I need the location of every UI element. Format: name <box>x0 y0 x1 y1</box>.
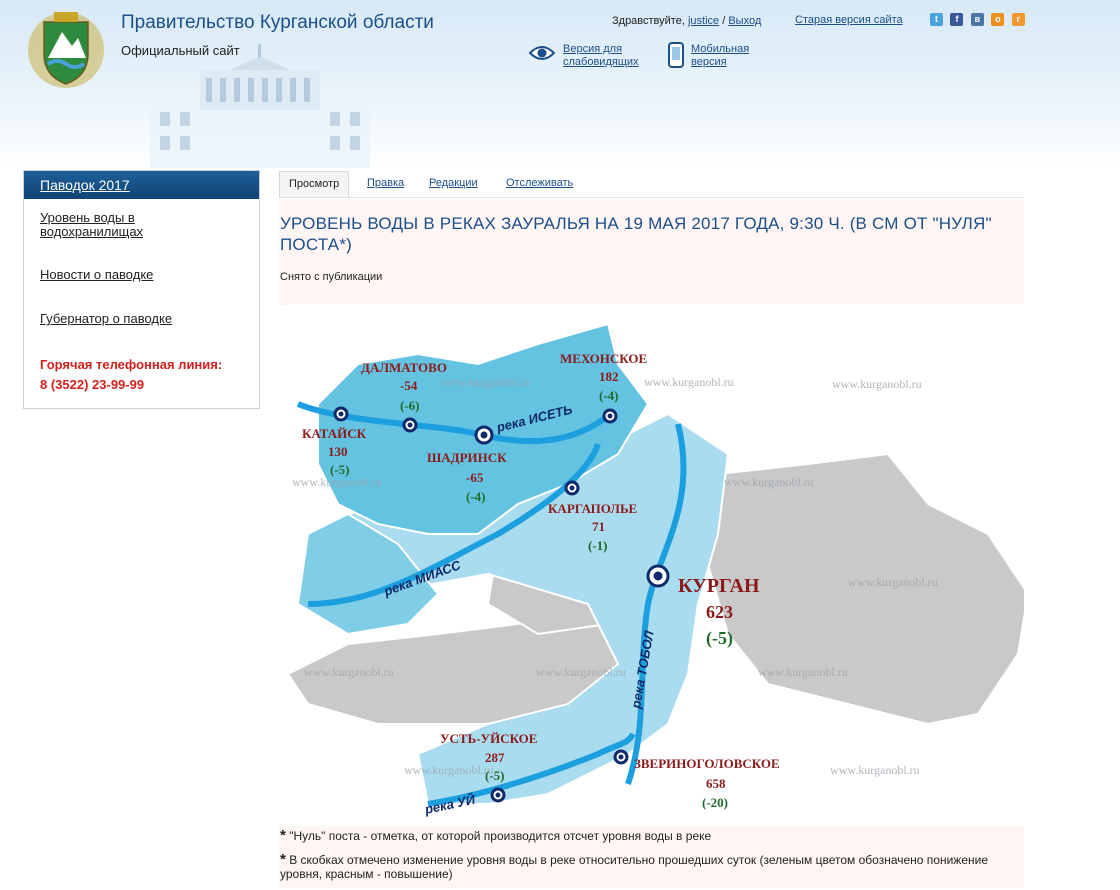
footnote-mark: * <box>280 851 286 868</box>
separator-text: / <box>722 15 726 27</box>
station-level: -65 <box>466 470 484 485</box>
watermark: www.kurganobl.ru <box>830 763 920 777</box>
river-level-map: www.kurganobl.ru www.kurganobl.ru www.ku… <box>288 304 1024 826</box>
watermark: www.kurganobl.ru <box>304 665 394 679</box>
twitter-icon[interactable]: t <box>930 13 943 26</box>
watermark: www.kurganobl.ru <box>832 377 922 391</box>
station-level: 658 <box>706 776 726 791</box>
coat-of-arms-logo <box>28 12 104 88</box>
greeting-text: Здравствуйте, <box>612 15 685 27</box>
vk-icon[interactable]: в <box>970 13 984 26</box>
accessibility-version-link[interactable]: Версия для слабовидящих <box>563 43 649 69</box>
tab-divider <box>279 197 1024 198</box>
watermark: www.kurganobl.ru <box>644 375 734 389</box>
station-change: (-5) <box>330 462 350 477</box>
station-level: 623 <box>706 602 733 622</box>
tab-edit[interactable]: Правка <box>367 171 404 196</box>
watermark: www.kurganobl.ru <box>536 665 626 679</box>
station-level: 287 <box>485 750 505 765</box>
tab-revisions[interactable]: Редакции <box>429 171 478 196</box>
watermark: www.kurganobl.ru <box>440 375 530 389</box>
station-level: 71 <box>592 519 605 534</box>
station-change: (-6) <box>400 398 420 413</box>
sidebar-item-reservoir-levels[interactable]: Уровень воды в водохранилищах <box>40 211 240 239</box>
watermark: www.kurganobl.ru <box>758 665 848 679</box>
odnoklassniki-icon[interactable]: о <box>991 13 1005 26</box>
page-title: УРОВЕНЬ ВОДЫ В РЕКАХ ЗАУРАЛЬЯ НА 19 МАЯ … <box>280 214 992 254</box>
user-greeting: Здравствуйте, justice / Выход <box>612 15 761 27</box>
old-version-link[interactable]: Старая версия сайта <box>795 14 903 26</box>
eye-icon[interactable] <box>529 42 555 64</box>
station-level: -54 <box>400 378 418 393</box>
mobile-version-link[interactable]: Мобильная версия <box>691 43 761 69</box>
site-header: Правительство Курганской области Официал… <box>0 0 1120 168</box>
social-links: t f в о r <box>930 9 1028 27</box>
rss-icon[interactable]: r <box>1011 13 1025 26</box>
footnote-null-point: * "Нуль" поста - отметка, от которой про… <box>280 827 1020 844</box>
station-change: (-20) <box>702 795 728 810</box>
footnote-text: "Нуль" поста - отметка, от которой произ… <box>289 829 712 843</box>
hotline-phone: 8 (3522) 23-99-99 <box>40 377 145 392</box>
station-change: (-5) <box>485 768 505 783</box>
station-name: КАТАЙСК <box>302 426 367 441</box>
station-level: 182 <box>599 369 619 384</box>
station-change: (-1) <box>588 538 608 553</box>
station-name: ЗВЕРИНОГОЛОВСКОЕ <box>634 756 780 771</box>
station-name: ШАДРИНСК <box>427 450 507 465</box>
sidebar: Паводок 2017 Уровень воды в водохранилищ… <box>23 170 260 409</box>
station-change: (-5) <box>706 628 733 649</box>
station-name: УСТЬ-УЙСКОЕ <box>440 731 537 746</box>
sidebar-heading[interactable]: Паводок 2017 <box>24 171 259 199</box>
mobile-phone-icon[interactable] <box>668 42 684 68</box>
site-title[interactable]: Правительство Курганской области <box>121 12 434 34</box>
footnote-mark: * <box>280 827 286 844</box>
facebook-icon[interactable]: f <box>950 13 964 26</box>
government-building-image <box>150 44 370 168</box>
station-name: КАРГАПОЛЬЕ <box>548 501 637 516</box>
watermark: www.kurganobl.ru <box>292 475 382 489</box>
footnote-change-legend: * В скобках отмечено изменение уровня во… <box>280 851 1020 881</box>
tab-track[interactable]: Отслеживать <box>506 171 573 196</box>
tab-view[interactable]: Просмотр <box>279 171 350 197</box>
station-level: 130 <box>328 444 348 459</box>
sidebar-item-flood-news[interactable]: Новости о паводке <box>40 268 240 282</box>
station-name: МЕХОНСКОЕ <box>560 351 647 366</box>
sidebar-item-governor[interactable]: Губернатор о паводке <box>40 312 240 326</box>
station-change: (-4) <box>466 489 486 504</box>
site-subtitle: Официальный сайт <box>121 43 240 58</box>
footnote-text: В скобках отмечено изменение уровня воды… <box>280 853 988 881</box>
watermark: www.kurganobl.ru <box>848 575 938 589</box>
sidebar-heading-label[interactable]: Паводок 2017 <box>40 177 130 193</box>
station-change: (-4) <box>599 388 619 403</box>
hotline-title: Горячая телефонная линия: <box>40 357 223 372</box>
watermark: www.kurganobl.ru <box>404 763 494 777</box>
username-link[interactable]: justice <box>688 15 719 27</box>
logout-link[interactable]: Выход <box>728 15 761 27</box>
station-name: КУРГАН <box>678 575 760 597</box>
station-name: ДАЛМАТОВО <box>361 360 447 375</box>
watermark: www.kurganobl.ru <box>724 475 814 489</box>
publication-status: Снято с публикации <box>280 271 383 283</box>
